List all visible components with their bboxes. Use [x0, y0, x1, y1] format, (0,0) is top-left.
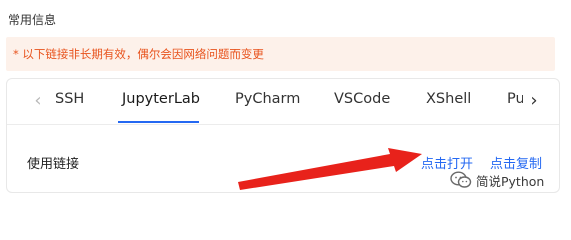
section-title: 常用信息 [8, 13, 57, 27]
link-row-label: 使用链接 [27, 157, 80, 172]
tab-vscode[interactable]: VSCode [334, 91, 390, 107]
tab-pycharm[interactable]: PyCharm [235, 91, 300, 107]
annotation-arrow-icon [238, 148, 422, 190]
tab-xshell[interactable]: XShell [426, 91, 471, 107]
tab-jupyterlab[interactable]: JupyterLab [122, 91, 200, 107]
chevron-right-icon[interactable]: › [523, 87, 545, 115]
notice-banner: * 以下链接非长期有效，偶尔会因网络问题而变更 [6, 37, 555, 71]
watermark: 简说Python [450, 170, 544, 190]
tab-ssh[interactable]: SSH [55, 91, 84, 107]
wechat-logo-icon [450, 171, 472, 188]
page: 常用信息 * 以下链接非长期有效，偶尔会因网络问题而变更 ‹ SSH Jupyt… [0, 0, 571, 205]
watermark-text: 简说Python [476, 173, 545, 189]
active-tab-indicator [118, 121, 199, 123]
tab-bar: ‹ SSH JupyterLab PyCharm VSCode XShell P… [7, 79, 559, 125]
chevron-left-icon[interactable]: ‹ [27, 87, 49, 115]
